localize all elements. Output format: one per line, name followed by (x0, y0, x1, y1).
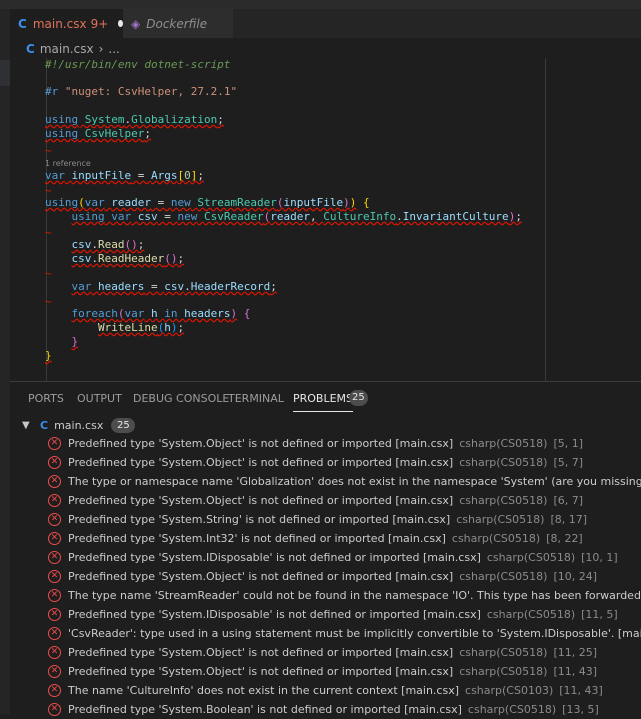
code-line: WriteLine(h); (97, 321, 185, 334)
error-icon: ✕ (48, 437, 61, 450)
problem-row[interactable]: ✕ Predefined type 'System.Object' is not … (10, 662, 641, 681)
problem-row[interactable]: ✕ The name 'CultureInfo' does not exist i… (10, 681, 641, 700)
code-line: using System.Globalization; (45, 113, 224, 126)
code-line: using var csv = new CsvReader(reader, Cu… (71, 210, 522, 223)
tab-dockerfile[interactable]: ◈ Dockerfile (123, 9, 233, 38)
code-line: ~ (45, 267, 52, 280)
error-icon: ✕ (48, 494, 61, 507)
tab-problem-count: 9+ (90, 16, 109, 31)
tab-ports[interactable]: PORTS (28, 392, 64, 405)
tab-terminal[interactable]: TERMINAL (228, 392, 284, 405)
problem-row[interactable]: ✕ Predefined type 'System.IDisposable' is… (10, 548, 641, 567)
error-icon: ✕ (48, 513, 61, 526)
problem-row[interactable]: ✕ Predefined type 'System.Object' is not … (10, 453, 641, 472)
code-line: } (71, 335, 79, 348)
bottom-panel: PORTS OUTPUT DEBUG CONSOLE TERMINAL PROB… (10, 381, 641, 716)
window-top-strip (0, 0, 641, 9)
breadcrumb-file[interactable]: main.csx (40, 42, 94, 56)
error-icon: ✕ (48, 703, 61, 716)
docker-icon: ◈ (131, 16, 141, 31)
tab-label: Dockerfile (146, 16, 208, 31)
csharp-icon: C (18, 16, 27, 31)
code-line: ~ (45, 144, 52, 157)
code-line: csv.ReadHeader(); (71, 252, 185, 265)
error-icon: ✕ (48, 608, 61, 621)
problems-file-count: 25 (111, 417, 136, 433)
problem-row[interactable]: ✕ The type or namespace name 'Globalizati… (10, 472, 641, 491)
problems-count-badge: 25 (349, 390, 368, 406)
problem-row[interactable]: ✕ Predefined type 'System.Object' is not … (10, 491, 641, 510)
error-icon: ✕ (48, 627, 61, 640)
tab-output[interactable]: OUTPUT (77, 392, 122, 405)
code-line: csv.Read(); (71, 238, 145, 251)
error-icon: ✕ (48, 532, 61, 545)
error-icon: ✕ (48, 570, 61, 583)
tab-problems[interactable]: PROBLEMS (293, 392, 354, 412)
code-editor[interactable]: #!/usr/bin/env dotnet-script #r "nuget: … (10, 58, 641, 381)
error-icon: ✕ (48, 646, 61, 659)
chevron-down-icon[interactable]: ▼ (22, 420, 36, 431)
error-icon: ✕ (48, 475, 61, 488)
error-icon: ✕ (48, 665, 61, 678)
editor-tab-bar: C main.csx 9+ ◈ Dockerfile (10, 9, 641, 38)
problem-row[interactable]: ✕ 'CsvReader': type used in a using state… (10, 624, 641, 643)
activity-gutter (0, 9, 10, 714)
code-line: #r "nuget: CsvHelper, 27.2.1" (45, 85, 238, 98)
error-icon: ✕ (48, 589, 61, 602)
csharp-icon: C (26, 42, 35, 56)
code-line: var headers = csv.HeaderRecord; (71, 280, 277, 293)
code-line: } (45, 349, 52, 362)
problem-row[interactable]: ✕ The type name 'StreamReader' could not … (10, 586, 641, 605)
code-line: using(var reader = new StreamReader(inpu… (45, 196, 370, 209)
error-icon: ✕ (48, 456, 61, 469)
code-line: using CsvHelper; (45, 127, 151, 140)
problem-row[interactable]: ✕ Predefined type 'System.Int32' is not d… (10, 529, 641, 548)
problem-row[interactable]: ✕ Predefined type 'System.IDisposable' is… (10, 605, 641, 624)
tab-main-csx[interactable]: C main.csx 9+ (10, 9, 123, 38)
problems-file-group[interactable]: ▼ C main.csx 25 (10, 415, 641, 435)
problem-row[interactable]: ✕ Predefined type 'System.Object' is not … (10, 643, 641, 662)
problem-row[interactable]: ✕ Predefined type 'System.Object' is not … (10, 434, 641, 453)
breadcrumb: C main.csx › ... (26, 40, 120, 58)
tab-label: main.csx (32, 16, 87, 31)
error-icon: ✕ (48, 551, 61, 564)
code-line: foreach(var h in headers) { (71, 307, 251, 320)
code-line: var inputFile = Args[0]; (45, 169, 204, 182)
problem-row[interactable]: ✕ Predefined type 'System.String' is not … (10, 510, 641, 529)
problems-file-name: main.csx (54, 418, 104, 432)
error-icon: ✕ (48, 684, 61, 697)
problem-row[interactable]: ✕ Predefined type 'System.Object' is not … (10, 567, 641, 586)
csharp-icon: C (40, 418, 49, 432)
ruler-guide (545, 58, 546, 381)
tab-debug-console[interactable]: DEBUG CONSOLE (133, 392, 229, 405)
problem-row[interactable]: ✕ Predefined type 'System.Boolean' is not… (10, 700, 641, 719)
code-line: #!/usr/bin/env dotnet-script (45, 58, 231, 71)
breadcrumb-more[interactable]: ... (108, 42, 119, 56)
panel-tabs: PORTS OUTPUT DEBUG CONSOLE TERMINAL PROB… (10, 382, 641, 414)
chevron-right-icon: › (98, 42, 104, 56)
gutter-highlight (0, 60, 10, 86)
